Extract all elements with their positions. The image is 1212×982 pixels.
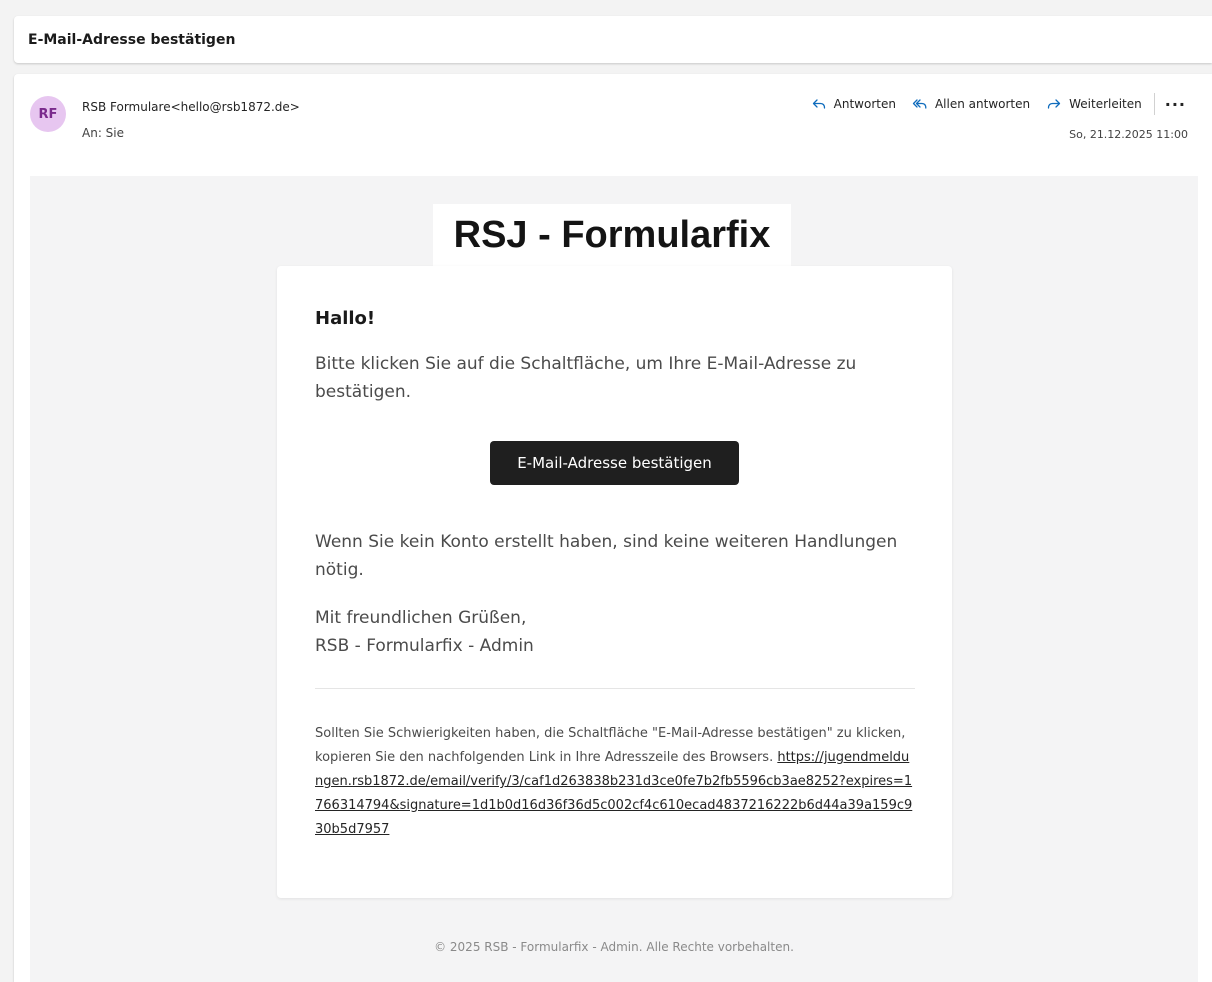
actions-divider (1153, 93, 1155, 115)
email-content-card: Hallo! Bitte klicken Sie auf die Schaltf… (277, 266, 952, 898)
subject-bar: E-Mail-Adresse bestätigen (14, 16, 1212, 63)
regards-text: Mit freundlichen Grüßen, (315, 608, 527, 628)
email-logo: RSJ - Formularfix (433, 204, 791, 266)
recipient-line: An: Sie (82, 126, 125, 140)
closing: Mit freundlichen Grüßen, RSB - Formularf… (315, 604, 915, 660)
message-card: RF RSB Formulare<hello@rsb1872.de> An: S… (14, 74, 1212, 982)
forward-label: Weiterleiten (1069, 97, 1142, 111)
reply-icon (812, 99, 825, 109)
intro-text: Bitte klicken Sie auf die Schaltfläche, … (315, 354, 857, 402)
reply-all-button[interactable]: Allen antworten (904, 96, 1038, 112)
subject-title: E-Mail-Adresse bestätigen (28, 31, 236, 48)
forward-icon (1047, 99, 1061, 109)
reply-all-label: Allen antworten (934, 97, 1031, 111)
reply-all-icon (912, 99, 927, 109)
signature-text: RSB - Formularfix - Admin (315, 636, 534, 656)
avatar[interactable]: RF (30, 96, 66, 132)
sender-from[interactable]: RSB Formulare<hello@rsb1872.de> (82, 100, 300, 114)
message-timestamp: So, 21.12.2025 11:00 (1069, 128, 1188, 141)
trouble-text: Sollten Sie Schwierigkeiten haben, die S… (315, 722, 915, 842)
confirm-email-button[interactable]: E-Mail-Adresse bestätigen (490, 441, 739, 485)
no-account-text: Wenn Sie kein Konto erstellt haben, sind… (315, 532, 898, 580)
greeting: Hallo! (315, 308, 376, 329)
more-actions-icon[interactable]: ··· (1159, 95, 1192, 114)
reply-label: Antworten (833, 97, 896, 111)
content-divider (315, 688, 915, 689)
message-actions: Antworten Allen antworten Weiterleiten ·… (803, 92, 1192, 116)
email-footer: © 2025 RSB - Formularfix - Admin. Alle R… (434, 940, 794, 954)
reply-button[interactable]: Antworten (803, 96, 904, 112)
email-body: RSJ - Formularfix Hallo! Bitte klicken S… (30, 176, 1198, 982)
forward-button[interactable]: Weiterleiten (1038, 96, 1150, 112)
